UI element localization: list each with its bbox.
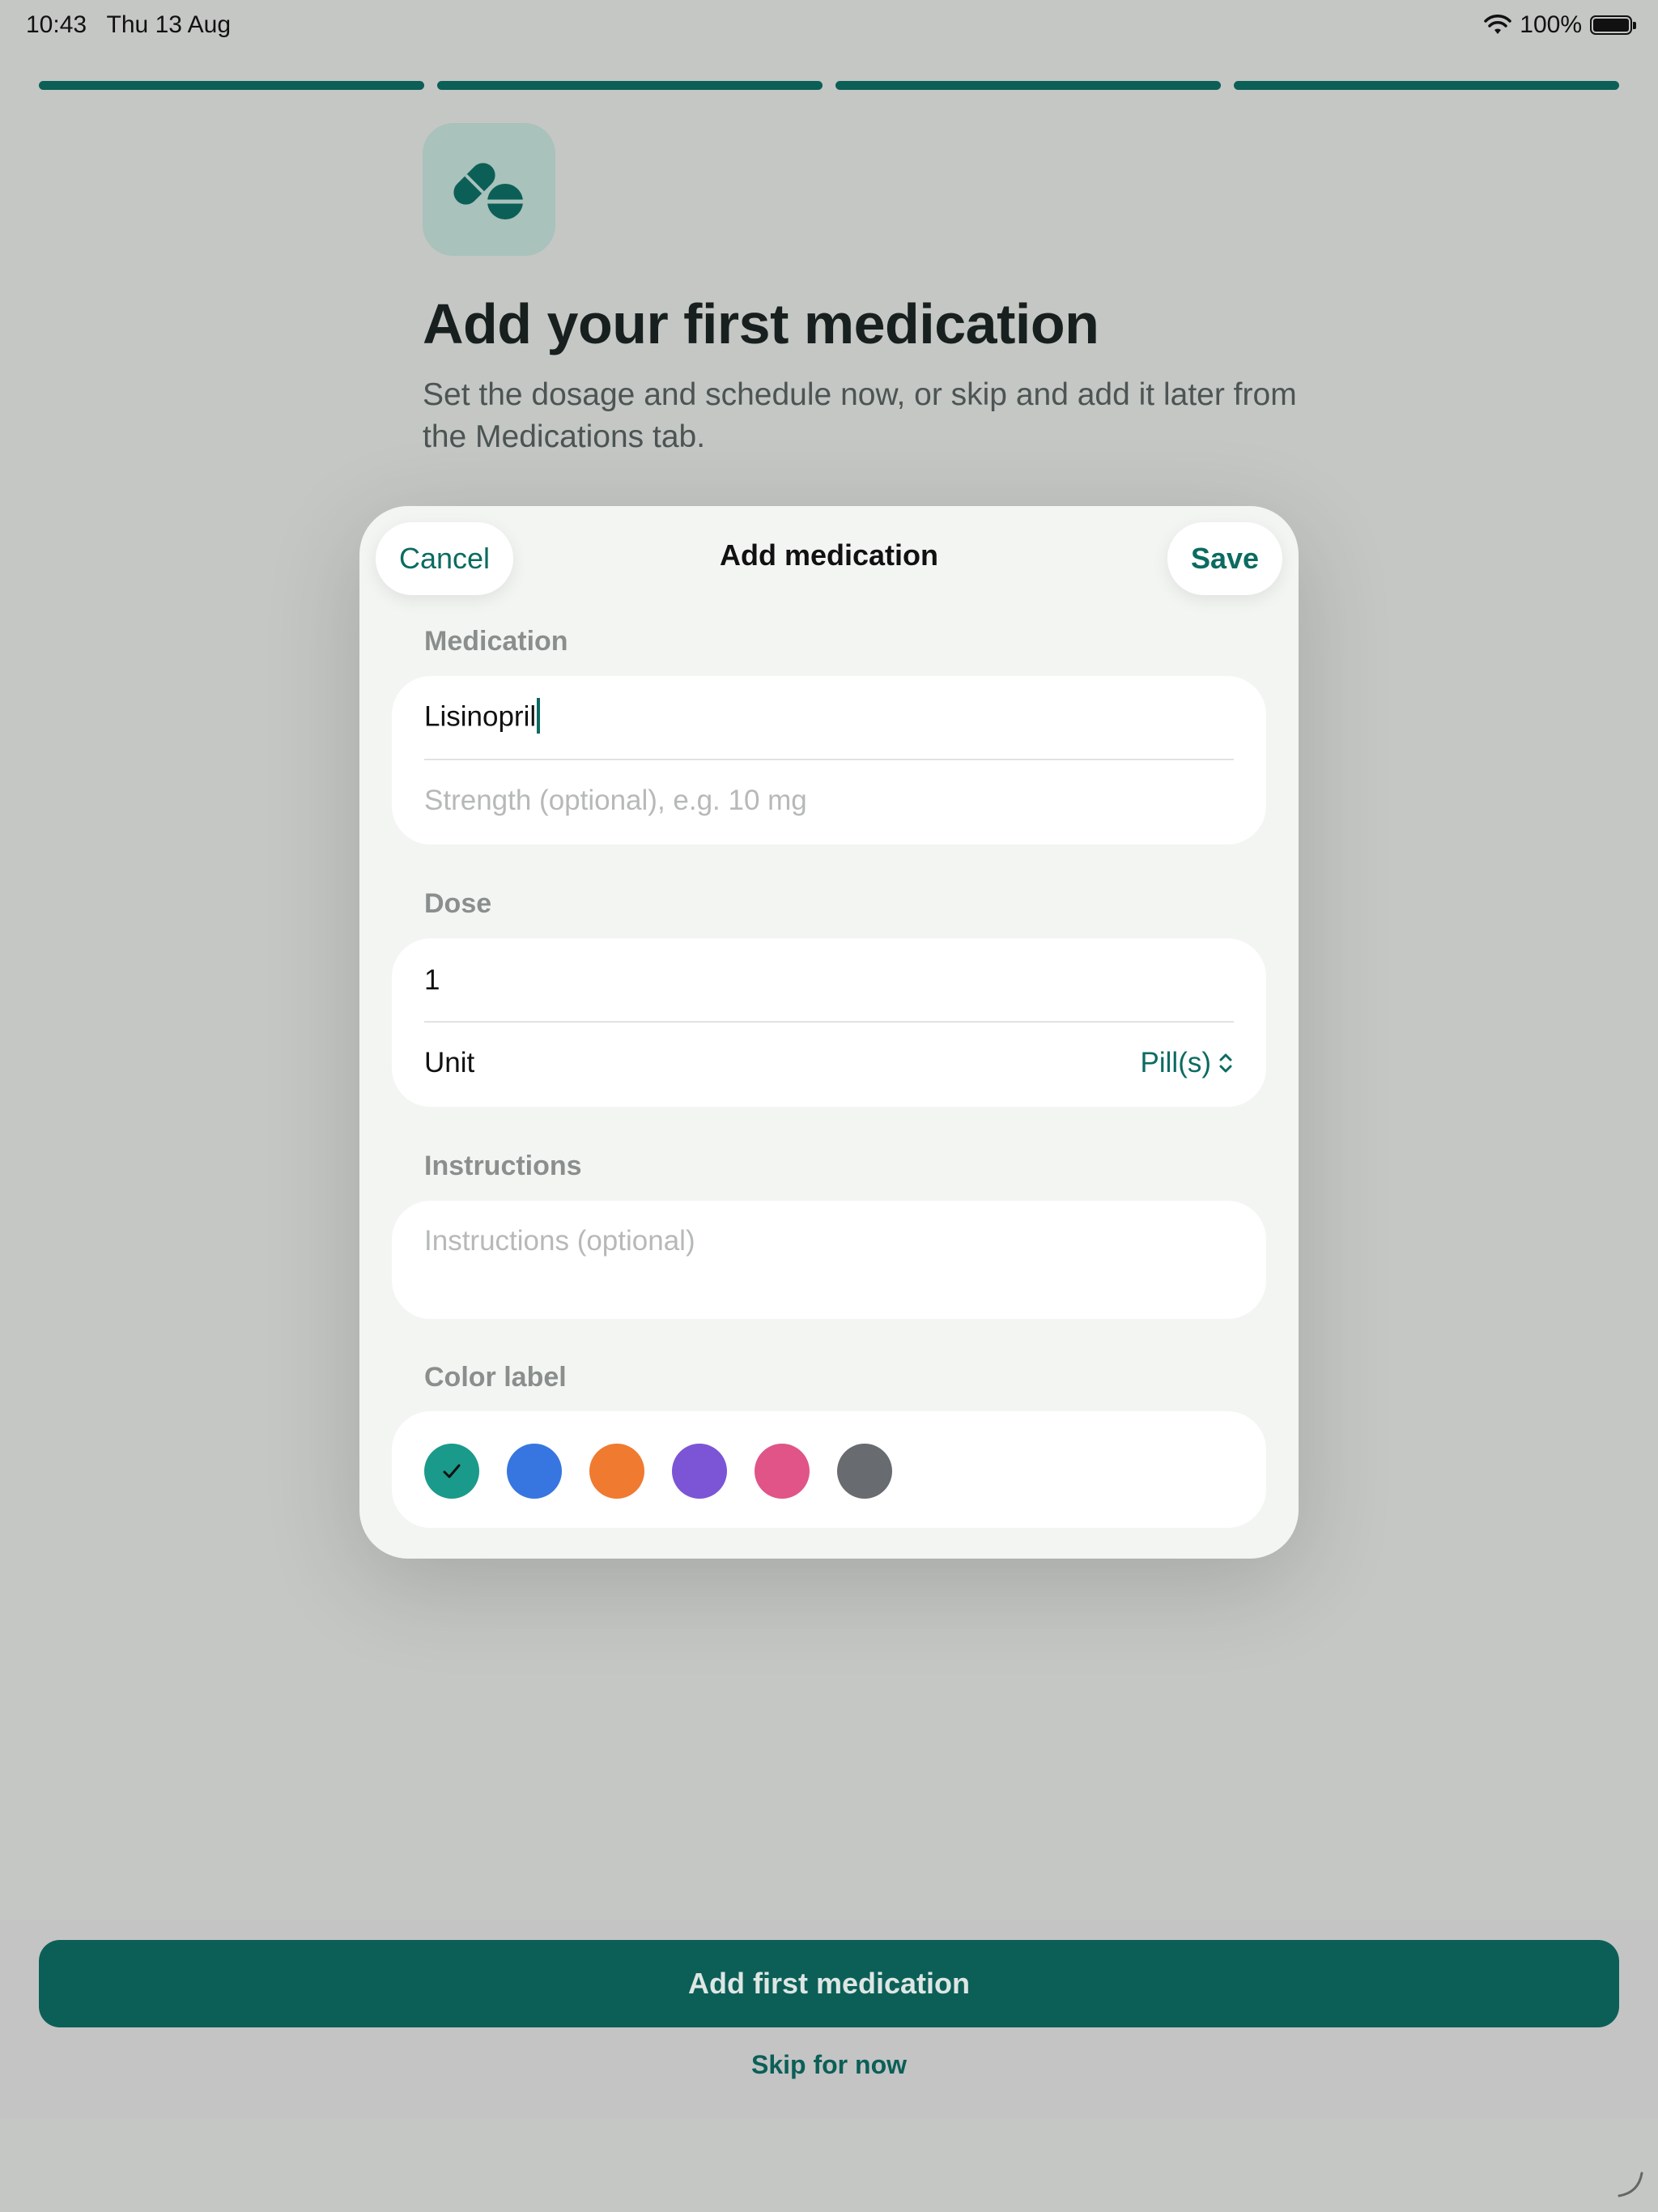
status-date: Thu 13 Aug bbox=[106, 11, 232, 38]
section-label-medication: Medication bbox=[424, 626, 568, 657]
battery-icon bbox=[1590, 15, 1636, 35]
instructions-card: Instructions (optional) bbox=[392, 1201, 1266, 1319]
divider bbox=[424, 759, 1234, 760]
instructions-field[interactable]: Instructions (optional) bbox=[424, 1225, 1234, 1257]
status-indicators: 100% bbox=[1484, 11, 1636, 39]
unit-picker[interactable]: Pill(s) bbox=[1141, 1047, 1234, 1079]
wifi-icon bbox=[1484, 15, 1512, 34]
section-label-instructions: Instructions bbox=[424, 1151, 582, 1181]
medication-card: Lisinopril Strength (optional), e.g. 10 … bbox=[392, 676, 1266, 844]
sheet-title: Add medication bbox=[719, 538, 939, 572]
onboarding-progress bbox=[39, 81, 1619, 90]
unit-value: Pill(s) bbox=[1140, 1047, 1211, 1078]
progress-segment bbox=[39, 81, 424, 90]
skip-for-now-link[interactable]: Skip for now bbox=[0, 2050, 1658, 2080]
pills-icon bbox=[423, 123, 555, 256]
progress-segment bbox=[835, 81, 1221, 90]
strength-field[interactable]: Strength (optional), e.g. 10 mg bbox=[424, 785, 1234, 817]
status-bar: 10:43 Thu 13 Aug 100% bbox=[0, 0, 1658, 50]
color-swatch-blue[interactable] bbox=[507, 1444, 562, 1499]
resize-handle-icon bbox=[1618, 2172, 1643, 2197]
save-button[interactable]: Save bbox=[1167, 522, 1282, 595]
progress-segment bbox=[437, 81, 823, 90]
page-title: Add your first medication bbox=[423, 292, 1099, 355]
add-medication-sheet: Cancel Add medication Save Medication Li… bbox=[359, 506, 1299, 1559]
chevron-up-down-icon bbox=[1219, 1053, 1232, 1073]
color-swatch-teal[interactable] bbox=[424, 1444, 479, 1499]
page-subtitle: Set the dosage and schedule now, or skip… bbox=[423, 377, 1297, 454]
medication-name-field[interactable]: Lisinopril bbox=[424, 698, 1234, 736]
dose-amount-field[interactable]: 1 bbox=[424, 964, 1234, 997]
color-swatch-purple[interactable] bbox=[672, 1444, 727, 1499]
battery-percent: 100% bbox=[1520, 11, 1582, 38]
section-label-color: Color label bbox=[424, 1362, 567, 1393]
status-time-date: 10:43 Thu 13 Aug bbox=[26, 11, 231, 39]
unit-label: Unit bbox=[424, 1047, 475, 1078]
color-swatch-gray[interactable] bbox=[837, 1444, 892, 1499]
divider bbox=[424, 1021, 1234, 1023]
section-label-dose: Dose bbox=[424, 888, 492, 919]
color-label-card bbox=[392, 1411, 1266, 1528]
checkmark-icon bbox=[443, 1464, 461, 1478]
add-first-medication-button[interactable]: Add first medication bbox=[39, 1940, 1619, 2027]
status-time: 10:43 bbox=[26, 11, 87, 38]
text-caret bbox=[537, 698, 541, 734]
dose-card: 1 Unit Pill(s) bbox=[392, 938, 1266, 1107]
medication-name-value: Lisinopril bbox=[424, 700, 537, 733]
unit-row[interactable]: Unit Pill(s) bbox=[424, 1047, 1234, 1079]
color-swatch-orange[interactable] bbox=[589, 1444, 644, 1499]
progress-segment bbox=[1234, 81, 1619, 90]
color-swatch-pink[interactable] bbox=[755, 1444, 810, 1499]
